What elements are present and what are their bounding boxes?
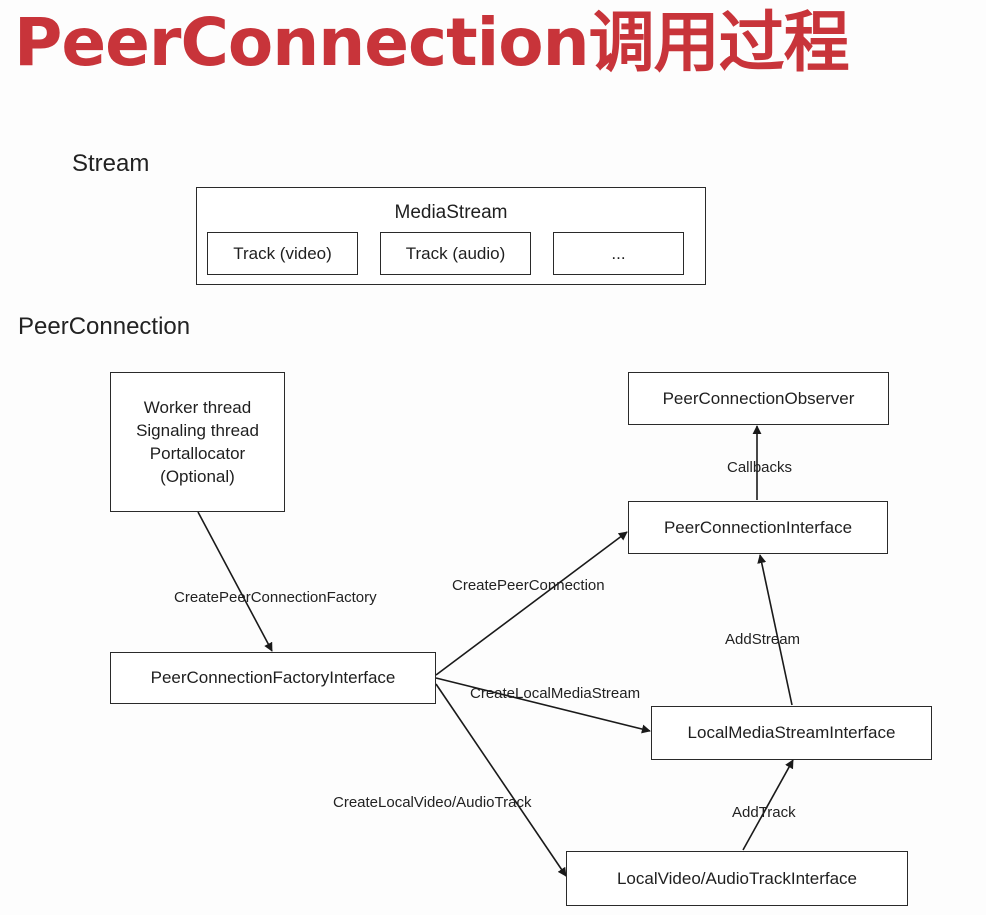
threads-line-optional: (Optional)	[160, 467, 235, 486]
edge-label-add-stream: AddStream	[725, 631, 801, 648]
threads-box: Worker thread Signaling thread Portalloc…	[110, 372, 285, 512]
factory-interface-box: PeerConnectionFactoryInterface	[110, 652, 436, 704]
local-track-interface-box: LocalVideo/AudioTrackInterface	[566, 851, 908, 906]
edge-label-add-track: AddTrack	[732, 804, 796, 821]
threads-line-signaling: Signaling thread	[136, 421, 259, 440]
edge-label-create-pc: CreatePeerConnection	[452, 577, 605, 594]
edge-create-factory	[197, 511, 273, 652]
observer-box: PeerConnectionObserver	[628, 372, 889, 425]
pc-interface-box: PeerConnectionInterface	[628, 501, 888, 554]
edge-create-pc	[435, 531, 628, 676]
threads-line-worker: Worker thread	[143, 398, 252, 417]
edge-label-create-stream: CreateLocalMediaStream	[470, 685, 641, 702]
edge-label-create-factory: CreatePeerConnectionFactory	[174, 589, 377, 606]
edge-add-stream	[757, 554, 793, 706]
threads-line-portallocator: Portallocator	[149, 444, 246, 463]
edge-label-create-track: CreateLocalVideo/AudioTrack	[333, 794, 532, 811]
local-stream-interface-box: LocalMediaStreamInterface	[651, 706, 932, 760]
edge-label-callbacks: Callbacks	[727, 459, 793, 476]
edge-create-track	[435, 683, 567, 877]
